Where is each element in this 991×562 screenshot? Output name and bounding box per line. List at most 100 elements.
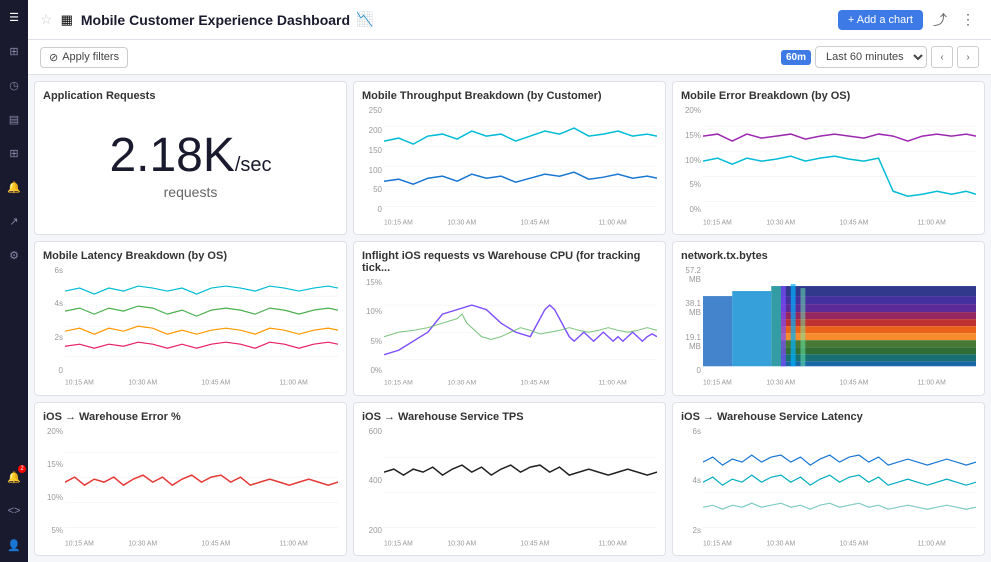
svg-text:10:30 AM: 10:30 AM — [447, 380, 476, 387]
document-icon[interactable]: ▤ — [5, 110, 23, 128]
svg-text:11:00 AM: 11:00 AM — [599, 540, 628, 547]
topbar-actions: + Add a chart ⤴ ⋮ — [838, 8, 979, 32]
ios-warehouse-latency-title: iOS → Warehouse Service Latency — [681, 411, 976, 423]
big-number-unit: /sec — [235, 154, 272, 177]
mobile-error-os-card: Mobile Error Breakdown (by OS) 20%15%10%… — [672, 81, 985, 235]
svg-text:11:00 AM: 11:00 AM — [599, 380, 627, 387]
svg-text:10:30 AM: 10:30 AM — [766, 219, 795, 226]
mobile-error-os-body: 20%15%10%5%0% 10:15 AM 10:30 AM 1 — [681, 106, 976, 226]
chart-area: 10:15 AM 10:30 AM 10:45 AM 11:00 AM — [384, 106, 657, 226]
topbar: ☆ ▦ Mobile Customer Experience Dashboard… — [28, 0, 991, 40]
mobile-latency-os-card: Mobile Latency Breakdown (by OS) 6s4s2s0 — [34, 241, 347, 395]
add-chart-button[interactable]: + Add a chart — [838, 10, 923, 30]
svg-text:10:15 AM: 10:15 AM — [703, 380, 732, 387]
filter-label: Apply filters — [62, 51, 119, 63]
svg-text:10:45 AM: 10:45 AM — [840, 219, 869, 226]
svg-text:11:00 AM: 11:00 AM — [918, 540, 947, 547]
mobile-throughput-card: Mobile Throughput Breakdown (by Customer… — [353, 81, 666, 235]
dashboard-icon: ▦ — [61, 12, 73, 28]
notification-badge: 2 — [18, 465, 26, 473]
chart-area: 10:15 AM 10:30 AM 10:45 AM 11:00 AM — [703, 266, 976, 386]
home-icon[interactable]: ⊞ — [5, 42, 23, 60]
more-button[interactable]: ⋮ — [957, 9, 979, 30]
big-number-display: 2.18K /sec requests — [43, 106, 338, 226]
edit-icon[interactable]: 📉 — [356, 11, 373, 28]
bell-icon[interactable]: 🔔 — [5, 178, 23, 196]
svg-text:10:45 AM: 10:45 AM — [521, 219, 550, 226]
ios-warehouse-latency-card: iOS → Warehouse Service Latency 6s4s2s — [672, 402, 985, 556]
svg-text:10:45 AM: 10:45 AM — [202, 380, 231, 387]
y-axis-labels: 6s4s2s — [681, 427, 703, 547]
ios-error-chart: 10:15 AM 10:30 AM 10:45 AM 11:00 AM — [65, 427, 338, 547]
filterbar: ⊘ Apply filters 60m Last 60 minutes Last… — [28, 40, 991, 75]
trending-icon[interactable]: ↗ — [5, 212, 23, 230]
menu-icon[interactable]: ☰ — [5, 8, 23, 26]
ios-warehouse-error-card: iOS → Warehouse Error % 20%15%10%5% 1 — [34, 402, 347, 556]
star-icon[interactable]: ☆ — [40, 11, 53, 28]
share-button[interactable]: ⤴ — [929, 8, 951, 32]
ios-warehouse-tps-body: 600400200 10:15 AM 10:30 AM 10:45 AM 11:… — [362, 427, 657, 547]
chart-area: 10:15 AM 10:30 AM 10:45 AM 11:00 AM — [703, 427, 976, 547]
svg-text:10:30 AM: 10:30 AM — [128, 380, 157, 387]
time-prev-button[interactable]: ‹ — [931, 46, 953, 68]
svg-text:10:45 AM: 10:45 AM — [521, 380, 550, 387]
inflight-ios-body: 15%10%5%0% 10:15 AM 10:30 AM 10:45 AM — [362, 278, 657, 386]
title-text: Mobile Customer Experience Dashboard — [81, 12, 350, 28]
main-content: ☆ ▦ Mobile Customer Experience Dashboard… — [28, 0, 991, 562]
inflight-ios-title: Inflight iOS requests vs Warehouse CPU (… — [362, 250, 657, 274]
chart-area: 10:15 AM 10:30 AM 10:45 AM 11:00 AM — [703, 106, 976, 226]
y-axis-labels: 15%10%5%0% — [362, 278, 384, 386]
chart-area: 10:15 AM 10:30 AM 10:45 AM 11:00 AM — [65, 427, 338, 547]
time-select[interactable]: Last 60 minutes Last 30 minutes Last 15 … — [815, 46, 927, 68]
svg-text:10:15 AM: 10:15 AM — [703, 219, 732, 226]
application-requests-title: Application Requests — [43, 90, 338, 102]
y-axis-labels: 57.2 MB38.1 MB19.1 MB0 — [681, 266, 703, 386]
inflight-chart: 10:15 AM 10:30 AM 10:45 AM 11:00 AM — [384, 278, 657, 386]
dashboard-grid: Application Requests 2.18K /sec requests… — [28, 75, 991, 562]
svg-text:10:45 AM: 10:45 AM — [521, 540, 550, 547]
network-tx-bytes-card: network.tx.bytes 57.2 MB38.1 MB19.1 MB0 — [672, 241, 985, 395]
sidebar: ☰ ⊞ ◷ ▤ ⊞ 🔔 ↗ ⚙ 🔔 2 <> 👤 — [0, 0, 28, 562]
latency-chart: 10:15 AM 10:30 AM 10:45 AM 11:00 AM — [703, 427, 976, 547]
time-next-button[interactable]: › — [957, 46, 979, 68]
settings-icon[interactable]: ⚙ — [5, 246, 23, 264]
svg-text:10:30 AM: 10:30 AM — [766, 540, 795, 547]
svg-text:10:15 AM: 10:15 AM — [384, 540, 413, 547]
application-requests-body: 2.18K /sec requests — [43, 106, 338, 226]
svg-text:10:15 AM: 10:15 AM — [703, 540, 732, 547]
svg-text:10:15 AM: 10:15 AM — [65, 380, 94, 387]
svg-text:10:30 AM: 10:30 AM — [766, 380, 795, 387]
notification-icon[interactable]: 🔔 2 — [5, 468, 23, 486]
svg-text:10:15 AM: 10:15 AM — [384, 219, 413, 226]
time-badge: 60m — [781, 50, 811, 65]
ios-warehouse-latency-body: 6s4s2s 10:15 AM 10:30 AM 10:45 AM — [681, 427, 976, 547]
y-axis-labels: 250200150100500 — [362, 106, 384, 226]
svg-text:10:15 AM: 10:15 AM — [65, 540, 94, 547]
svg-text:10:15 AM: 10:15 AM — [384, 380, 413, 387]
mobile-throughput-body: 250200150100500 10:15 AM 10:30 A — [362, 106, 657, 226]
ios-warehouse-error-title: iOS → Warehouse Error % — [43, 411, 338, 423]
user-icon[interactable]: 👤 — [5, 536, 23, 554]
svg-text:10:30 AM: 10:30 AM — [447, 540, 476, 547]
chart-area: 10:15 AM 10:30 AM 10:45 AM 11:00 AM — [384, 278, 657, 386]
network-chart: 10:15 AM 10:30 AM 10:45 AM 11:00 AM — [703, 266, 976, 386]
svg-text:10:45 AM: 10:45 AM — [202, 540, 231, 547]
svg-text:10:30 AM: 10:30 AM — [447, 219, 476, 226]
inflight-ios-card: Inflight iOS requests vs Warehouse CPU (… — [353, 241, 666, 395]
y-axis-labels: 6s4s2s0 — [43, 266, 65, 386]
mobile-latency-os-body: 6s4s2s0 10:15 AM 10:30 AM — [43, 266, 338, 386]
y-axis-labels: 600400200 — [362, 427, 384, 547]
svg-text:10:30 AM: 10:30 AM — [128, 540, 157, 547]
apply-filters-button[interactable]: ⊘ Apply filters — [40, 47, 128, 68]
y-axis-labels: 20%15%10%5% — [43, 427, 65, 547]
svg-text:11:00 AM: 11:00 AM — [280, 540, 309, 547]
ios-warehouse-tps-title: iOS → Warehouse Service TPS — [362, 411, 657, 423]
mobile-throughput-title: Mobile Throughput Breakdown (by Customer… — [362, 90, 657, 102]
svg-text:11:00 AM: 11:00 AM — [918, 219, 947, 226]
grid-icon[interactable]: ⊞ — [5, 144, 23, 162]
time-controls: 60m Last 60 minutes Last 30 minutes Last… — [781, 46, 979, 68]
mobile-error-os-title: Mobile Error Breakdown (by OS) — [681, 90, 976, 102]
clock-icon[interactable]: ◷ — [5, 76, 23, 94]
svg-text:11:00 AM: 11:00 AM — [280, 380, 309, 387]
code-icon[interactable]: <> — [5, 502, 23, 520]
